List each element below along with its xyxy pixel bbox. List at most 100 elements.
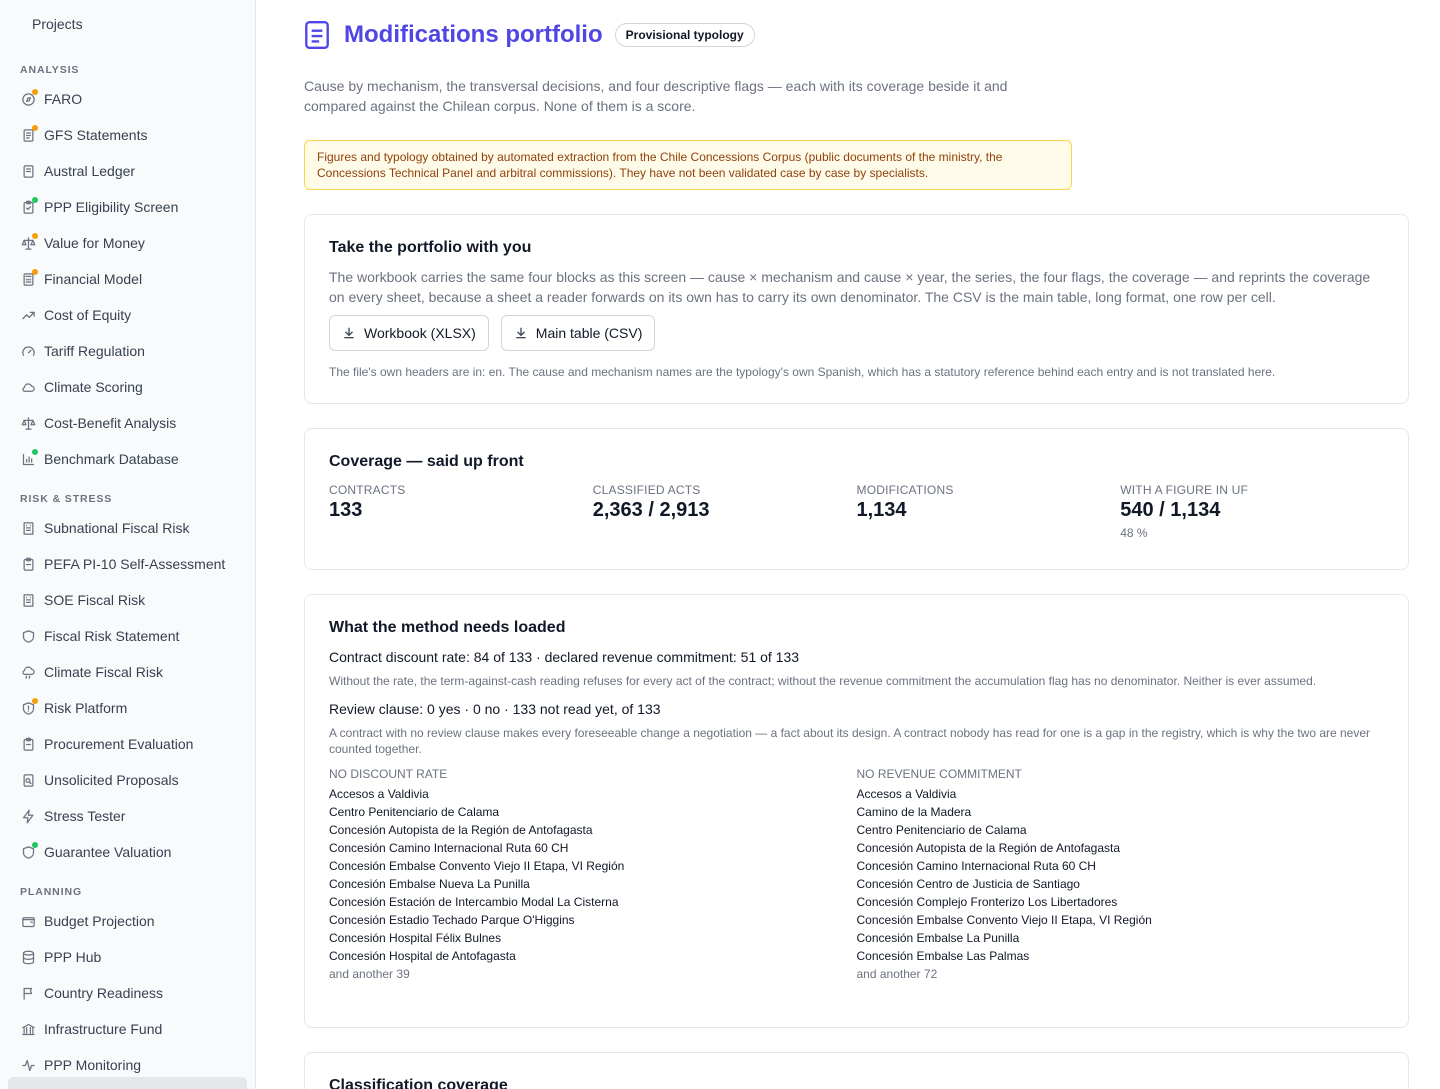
sidebar-item-projects[interactable]: Projects bbox=[0, 0, 255, 49]
ledger-icon bbox=[20, 163, 36, 179]
list-item: Concesión Embalse La Punilla bbox=[856, 931, 1020, 945]
sidebar-section-label: PLANNING bbox=[20, 886, 83, 898]
sidebar-item-benchmark-database[interactable]: Benchmark Database bbox=[0, 441, 255, 477]
classification-card: Classification coverage bbox=[304, 1052, 1409, 1089]
sidebar-item-soe-fiscal-risk[interactable]: SOE Fiscal Risk bbox=[0, 582, 255, 618]
method-review-line: Review clause: 0 yes · 0 no · 133 not re… bbox=[329, 701, 661, 717]
intro-text: Cause by mechanism, the transversal deci… bbox=[304, 78, 1008, 114]
sidebar-item-infrastructure-fund[interactable]: Infrastructure Fund bbox=[0, 1011, 255, 1047]
status-dot bbox=[32, 233, 38, 239]
no-revenue-commitment-list: NO REVENUE COMMITMENT Accesos a Valdivia… bbox=[857, 767, 1385, 983]
sidebar: Projects ANALYSIS FARO GFS Statements Austr… bbox=[0, 0, 256, 1089]
classification-title: Classification coverage bbox=[329, 1077, 508, 1089]
scale-icon bbox=[20, 233, 38, 251]
sidebar-item-fiscal-risk-statement[interactable]: Fiscal Risk Statement bbox=[0, 618, 255, 654]
download-icon bbox=[344, 327, 354, 339]
sidebar-item-climate-fiscal-risk[interactable]: Climate Fiscal Risk bbox=[0, 654, 255, 690]
sidebar-item-subnational-fiscal-risk[interactable]: Subnational Fiscal Risk bbox=[0, 510, 255, 546]
download-xlsx-label: Workbook (XLSX) bbox=[364, 325, 476, 341]
method-rate-explanation: Without the rate, the term-against-cash … bbox=[329, 674, 1317, 688]
download-csv-button[interactable]: Main table (CSV) bbox=[500, 315, 656, 351]
stat-value: 133 bbox=[329, 499, 363, 521]
sidebar-item-ppp-eligibility-screen[interactable]: PPP Eligibility Screen bbox=[0, 189, 255, 225]
stat-value: 2,363 / 2,913 bbox=[592, 499, 710, 521]
list-item: Concesión Camino Internacional Ruta 60 C… bbox=[856, 859, 1096, 873]
status-dot bbox=[32, 269, 38, 275]
no-discount-rate-list: NO DISCOUNT RATE Accesos a Valdivia Centr… bbox=[329, 767, 857, 983]
export-description: The workbook carries the same four block… bbox=[329, 269, 1371, 305]
sidebar-item-label: Climate Fiscal Risk bbox=[44, 664, 164, 680]
sidebar-item-pefa-pi-10-self-assessment[interactable]: PEFA PI-10 Self-Assessment bbox=[0, 546, 255, 582]
sidebar-item-label: Tariff Regulation bbox=[44, 343, 145, 359]
sidebar-item-label: PPP Eligibility Screen bbox=[44, 199, 179, 215]
compass-icon bbox=[20, 89, 38, 107]
trending-up-icon bbox=[20, 307, 36, 323]
sidebar-item-label: Country Readiness bbox=[44, 985, 164, 1001]
sidebar-item-label: Risk Platform bbox=[44, 700, 128, 716]
list-item: Concesión Centro de Justicia de Santiago bbox=[856, 877, 1080, 891]
sidebar-item-label: Austral Ledger bbox=[44, 163, 136, 179]
sidebar-item-label: Budget Projection bbox=[44, 913, 155, 929]
shield-alert-icon bbox=[20, 698, 38, 716]
sidebar-item-active[interactable] bbox=[8, 1077, 247, 1089]
sidebar-item-label: Benchmark Database bbox=[44, 451, 179, 467]
list-header: NO REVENUE COMMITMENT bbox=[856, 767, 1022, 781]
list-item: Concesión Hospital Félix Bulnes bbox=[329, 931, 502, 945]
stat-label: CLASSIFIED ACTS bbox=[592, 483, 701, 497]
sidebar-item-label: Cost of Equity bbox=[44, 307, 132, 323]
sidebar-item-label: Value for Money bbox=[44, 235, 145, 251]
sidebar-item-cost-of-equity[interactable]: Cost of Equity bbox=[0, 297, 255, 333]
list-item: Concesión Embalse Nueva La Punilla bbox=[329, 877, 530, 891]
flag-icon bbox=[20, 985, 36, 1001]
method-card: What the method needs loaded Contract di… bbox=[304, 594, 1409, 1028]
sidebar-item-faro[interactable]: FARO bbox=[0, 81, 255, 117]
sidebar-item-stress-tester[interactable]: Stress Tester bbox=[0, 798, 255, 834]
download-xlsx-button[interactable]: Workbook (XLSX) bbox=[329, 315, 489, 351]
sidebar-item-unsolicited-proposals[interactable]: Unsolicited Proposals bbox=[0, 762, 255, 798]
document-icon bbox=[20, 125, 38, 143]
sidebar-item-budget-projection[interactable]: Budget Projection bbox=[0, 903, 255, 939]
sidebar-item-ppp-hub[interactable]: PPP Hub bbox=[0, 939, 255, 975]
sidebar-item-label: PPP Hub bbox=[44, 949, 102, 965]
sidebar-item-risk-platform[interactable]: Risk Platform bbox=[0, 690, 255, 726]
sidebar-item-financial-model[interactable]: Financial Model bbox=[0, 261, 255, 297]
list-item: Centro Penitenciario de Calama bbox=[329, 805, 500, 819]
sidebar-item-guarantee-valuation[interactable]: Guarantee Valuation bbox=[0, 834, 255, 870]
book-icon bbox=[305, 20, 329, 50]
list-item: Concesión Autopista de la Región de Anto… bbox=[329, 823, 593, 837]
sidebar-item-label: PPP Monitoring bbox=[44, 1057, 142, 1073]
shield-icon bbox=[20, 842, 38, 860]
status-dot bbox=[32, 449, 38, 455]
method-review-explanation: A contract with no review clause makes e… bbox=[329, 726, 1371, 756]
sidebar-item-austral-ledger[interactable]: Austral Ledger bbox=[0, 153, 255, 189]
sidebar-item-cost-benefit-analysis[interactable]: Cost-Benefit Analysis bbox=[0, 405, 255, 441]
stat-label: CONTRACTS bbox=[329, 483, 406, 497]
stat-modifications: MODIFICATIONS 1,134 bbox=[857, 483, 1121, 540]
sidebar-item-label: Projects bbox=[32, 16, 83, 32]
clipboard-icon bbox=[20, 736, 36, 752]
stat-with-figure-uf: WITH A FIGURE IN UF 540 / 1,134 48 % bbox=[1120, 483, 1384, 540]
sidebar-item-climate-scoring[interactable]: Climate Scoring bbox=[0, 369, 255, 405]
status-dot bbox=[32, 125, 38, 131]
method-title: What the method needs loaded bbox=[329, 619, 566, 636]
coverage-card: Coverage — said up front CONTRACTS 133 C… bbox=[304, 428, 1409, 570]
sidebar-item-gfs-statements[interactable]: GFS Statements bbox=[0, 117, 255, 153]
sidebar-item-label: Fiscal Risk Statement bbox=[44, 628, 180, 644]
stat-value: 540 / 1,134 bbox=[1120, 499, 1221, 521]
export-title: Take the portfolio with you bbox=[329, 239, 532, 256]
gauge-icon bbox=[20, 343, 36, 359]
status-dot bbox=[32, 197, 38, 203]
sidebar-item-label: Guarantee Valuation bbox=[44, 844, 172, 860]
list-item: Centro Penitenciario de Calama bbox=[856, 823, 1027, 837]
page-header: Modifications portfolio Provisional typo… bbox=[304, 20, 755, 50]
sidebar-item-country-readiness[interactable]: Country Readiness bbox=[0, 975, 255, 1011]
sidebar-item-value-for-money[interactable]: Value for Money bbox=[0, 225, 255, 261]
disclaimer-notice: Figures and typology obtained by automat… bbox=[304, 140, 1072, 190]
method-rate-line: Contract discount rate: 84 of 133 · decl… bbox=[329, 649, 800, 665]
clipboard-icon bbox=[20, 556, 36, 572]
sidebar-item-tariff-regulation[interactable]: Tariff Regulation bbox=[0, 333, 255, 369]
wallet-icon bbox=[20, 913, 36, 929]
download-csv-label: Main table (CSV) bbox=[535, 325, 643, 341]
sidebar-item-procurement-evaluation[interactable]: Procurement Evaluation bbox=[0, 726, 255, 762]
list-item: Concesión Camino Internacional Ruta 60 C… bbox=[329, 841, 569, 855]
